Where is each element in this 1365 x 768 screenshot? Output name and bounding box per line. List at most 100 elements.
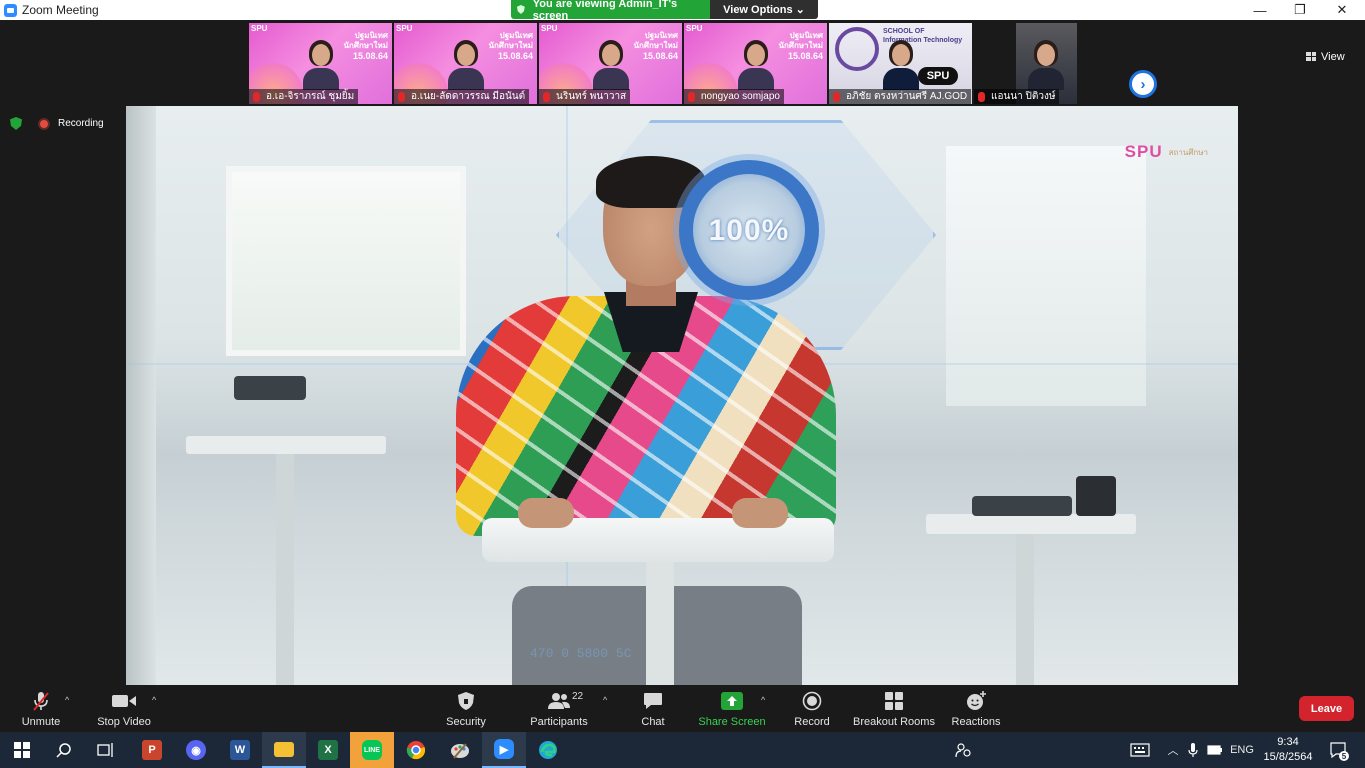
muted-mic-icon [253,91,260,102]
muted-mic-icon [978,91,985,102]
leave-button[interactable]: Leave [1299,696,1354,721]
banner-line: ปฐมนิเทศ [789,31,823,40]
muted-mic-icon [30,690,52,712]
presenter-hands [518,498,788,528]
audio-options-caret[interactable]: ^ [65,695,69,705]
encryption-shield-icon[interactable] [10,117,22,130]
language-indicator[interactable]: ENG [1228,732,1256,768]
chrome-icon[interactable] [394,732,438,768]
participant-name-tag: อ.เนย-ลัดดาวรรณ มีอนันต์ [394,89,530,104]
muted-mic-icon [833,91,840,102]
participant-tile[interactable]: SCHOOL OF Information Technology SPU อภิ… [829,23,972,104]
accessibility-icon[interactable] [950,732,976,768]
discord-icon[interactable]: ◉ [174,732,218,768]
participant-tile[interactable]: SPU ปฐมนิเทศ นักศึกษาใหม่ 15.08.64 อ.เอ-… [249,23,392,104]
participant-video [1026,38,1066,90]
chevron-right-icon[interactable]: › [1129,70,1157,98]
zoom-app-icon [4,3,17,17]
microphone-icon[interactable] [1185,732,1201,768]
spu-logo: SPU [686,24,703,33]
view-button[interactable]: View [1306,47,1361,66]
participant-tile[interactable]: SPU ปฐมนิเทศ นักศึกษาใหม่ 15.08.64 นรินท… [539,23,682,104]
participants-icon: 22 [548,690,583,712]
participant-tile[interactable]: SPU ปฐมนิเทศ นักศึกษาใหม่ 15.08.64 อ.เนย… [394,23,537,104]
participants-options-caret[interactable]: ^ [603,695,607,705]
edge-icon[interactable] [526,732,570,768]
notification-count-badge: 5 [1339,751,1349,761]
maximize-button[interactable]: ❐ [1280,0,1320,20]
banner-date: 15.08.64 [497,51,533,61]
banner-line: นักศึกษาใหม่ [343,41,388,50]
minimize-button[interactable]: — [1240,0,1280,20]
banner-date: 15.08.64 [642,51,678,61]
chat-bubble-icon [643,690,663,712]
system-clock[interactable]: 9:34 15/8/2564 [1258,735,1318,765]
record-button[interactable]: Record [792,690,832,730]
reactions-button[interactable]: Reactions [950,690,1002,730]
word-icon[interactable]: W [218,732,262,768]
chat-button[interactable]: Chat [636,690,670,730]
file-explorer-icon[interactable] [262,732,306,768]
excel-icon[interactable]: X [306,732,350,768]
search-icon[interactable] [42,732,86,768]
windows-start-icon[interactable] [0,732,44,768]
participants-button[interactable]: 22 Participants [528,690,590,730]
zoom-icon[interactable]: ▶ [482,732,526,768]
share-banner-text: You are viewing Admin_IT's screen [532,0,678,22]
banner-line: ปฐมนิเทศ [354,31,388,40]
windows-taskbar: P ◉ W X LINE ▶ ︿ ENG 9:34 15/8/2564 [0,732,1365,768]
clock-date: 15/8/2564 [1263,751,1313,763]
shared-screen-view[interactable]: 100% SPU สถานศึกษา 470 0 5800 5C [126,106,1238,685]
share-options-caret[interactable]: ^ [761,695,765,705]
shield-icon [457,690,475,712]
powerpoint-icon[interactable]: P [130,732,174,768]
brand-logos: SPU สถานศึกษา [1125,142,1208,162]
status-indicators: Recording [10,117,104,130]
paint-icon[interactable] [438,732,482,768]
banner-line: ปฐมนิเทศ [499,31,533,40]
orientation-banner: ปฐมนิเทศ นักศึกษาใหม่ 15.08.64 [489,31,533,61]
record-label: Record [794,716,830,728]
security-button[interactable]: Security [444,690,488,730]
task-view-icon[interactable] [84,732,128,768]
participant-video [301,38,341,90]
share-screen-icon [721,690,743,712]
breakout-rooms-icon [884,690,904,712]
security-label: Security [446,716,486,728]
orientation-banner: ปฐมนิเทศ นักศึกษาใหม่ 15.08.64 [779,31,823,61]
notification-center-icon[interactable] [1325,732,1351,768]
meeting-controls: Unmute ^ Stop Video ^ Security 22 Partic… [0,685,1365,732]
desk-stand [646,562,674,685]
partner-logo: สถานศึกษา [1168,147,1208,157]
speaker-icon [517,5,525,14]
video-options-caret[interactable]: ^ [152,695,156,705]
stop-video-button[interactable]: Stop Video [94,690,154,730]
participant-name: นรินทร์ พนาวาส [556,91,627,102]
banner-line: นักศึกษาใหม่ [488,41,533,50]
clock-time: 9:34 [1277,736,1299,748]
view-options-button[interactable]: View Options ⌄ [710,0,818,19]
banner-line: นักศึกษาใหม่ [778,41,823,50]
hud-code-text: 470 0 5800 5C [530,646,632,661]
close-button[interactable]: ✕ [1322,0,1362,20]
touch-keyboard-icon[interactable] [1128,732,1152,768]
recording-dot-icon [38,117,50,130]
unmute-button[interactable]: Unmute [18,690,64,730]
participant-video [446,38,486,90]
spu-logo: SPU [541,24,558,33]
share-screen-button[interactable]: Share Screen [698,690,766,730]
chevron-up-icon[interactable]: ︿ [1164,732,1182,768]
participant-video [736,38,776,90]
line-icon[interactable]: LINE [350,732,394,768]
participant-name-tag: nongyao somjapo [684,89,784,104]
orientation-banner: ปฐมนิเทศ นักศึกษาใหม่ 15.08.64 [634,31,678,61]
orientation-banner: ปฐมนิเทศ นักศึกษาใหม่ 15.08.64 [344,31,388,61]
breakout-rooms-button[interactable]: Breakout Rooms [852,690,936,730]
battery-icon[interactable] [1205,732,1225,768]
banner-line: ปฐมนิเทศ [644,31,678,40]
participant-tile[interactable]: แอนนา ปิติวงษ์ [974,23,1117,104]
participant-tile[interactable]: SPU ปฐมนิเทศ นักศึกษาใหม่ 15.08.64 nongy… [684,23,827,104]
it-school-logo [835,27,879,71]
video-camera-icon [112,690,136,712]
participant-count-badge: 22 [572,691,584,702]
